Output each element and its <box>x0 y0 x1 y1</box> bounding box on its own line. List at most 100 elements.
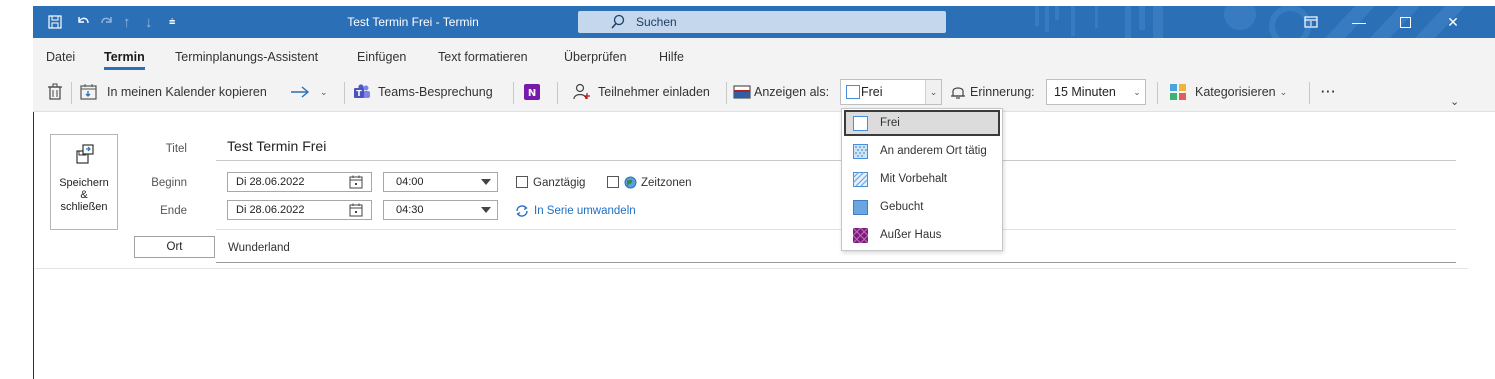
end-time-value: 04:30 <box>396 204 424 216</box>
close-icon[interactable]: ✕ <box>1445 14 1461 30</box>
arrow-up-icon[interactable]: ↑ <box>123 14 131 31</box>
menu-hilfe[interactable]: Hilfe <box>659 50 684 64</box>
end-time-select[interactable]: 04:30 <box>383 200 498 220</box>
title-underline <box>216 160 1456 161</box>
dropdown-option-out-of-office[interactable]: Außer Haus <box>844 222 1000 248</box>
make-recurring-link[interactable]: In Serie umwandeln <box>515 204 636 218</box>
time-zones-checkbox[interactable] <box>607 176 619 188</box>
reminder-select[interactable]: 15 Minuten ⌄ <box>1046 79 1146 105</box>
bell-icon <box>951 87 965 99</box>
reminder-value: 15 Minuten <box>1054 85 1116 99</box>
tentative-swatch-icon <box>853 171 868 187</box>
start-time-select[interactable]: 04:00 <box>383 172 498 192</box>
time-zones-label: Zeitzonen <box>641 177 692 189</box>
start-time-value: 04:00 <box>396 176 424 188</box>
ribbon-separator <box>557 82 558 104</box>
ribbon-separator <box>726 82 727 104</box>
copy-to-calendar-label: In meinen Kalender kopieren <box>107 85 267 99</box>
ribbon: In meinen Kalender kopieren ⌄ T Teams-Be… <box>33 70 1495 112</box>
categorize-icon <box>1170 84 1186 100</box>
ribbon-separator <box>1309 82 1310 104</box>
location-underline <box>216 262 1456 263</box>
show-as-dropdown: Frei An anderem Ort tätig Mit Vorbehalt … <box>841 108 1003 251</box>
chevron-down-icon[interactable]: ⌄ <box>1129 80 1145 104</box>
teams-meeting-label: Teams-Besprechung <box>378 85 493 99</box>
end-date-value: Di 28.06.2022 <box>236 204 305 216</box>
show-as-select[interactable]: Frei ⌄ <box>840 79 942 105</box>
save-close-icon <box>76 144 94 164</box>
chevron-down-icon: ⌄ <box>1279 86 1288 97</box>
title-field[interactable]: Test Termin Frei <box>227 138 326 154</box>
location-field[interactable]: Wunderland <box>228 242 290 254</box>
calendar-copy-icon <box>80 84 97 100</box>
search-icon <box>611 14 625 29</box>
menu-termin[interactable]: Termin <box>104 50 145 70</box>
title-bar-decoration <box>1035 6 1465 38</box>
start-date-value: Di 28.06.2022 <box>236 176 305 188</box>
title-bar: ↑ ↓ ⩧ Test Termin Frei - Termin Suchen —… <box>33 6 1495 38</box>
working-elsewhere-swatch-icon <box>853 143 868 159</box>
dropdown-option-free[interactable]: Frei <box>844 110 1000 136</box>
chevron-down-icon: ⌄ <box>320 86 328 97</box>
make-recurring-label: In Serie umwandeln <box>534 205 636 217</box>
menu-text-formatieren[interactable]: Text formatieren <box>438 50 528 64</box>
all-day-checkbox[interactable] <box>516 176 528 188</box>
menu-ueberpruefen[interactable]: Überprüfen <box>564 50 627 64</box>
dropdown-option-working-elsewhere[interactable]: An anderem Ort tätig <box>844 138 1000 164</box>
customize-toolbar-icon[interactable]: ⩧ <box>169 14 175 30</box>
calendar-icon[interactable] <box>349 175 363 189</box>
menu-bar: Datei Termin Terminplanungs-Assistent Ei… <box>33 38 1495 70</box>
show-as-icon <box>733 85 751 99</box>
body-divider <box>34 268 1468 269</box>
chevron-down-icon[interactable]: ⌄ <box>925 80 941 104</box>
dropdown-option-tentative[interactable]: Mit Vorbehalt <box>844 166 1000 192</box>
dropdown-arrow-icon <box>481 179 491 185</box>
svg-text:N: N <box>528 88 536 99</box>
save-and-close-label: Speichern & schließen <box>59 177 109 213</box>
menu-einfuegen[interactable]: Einfügen <box>357 50 406 64</box>
out-of-office-swatch-icon <box>853 227 868 243</box>
location-button[interactable]: Ort <box>134 236 215 258</box>
more-options-button[interactable]: ··· <box>1321 81 1337 103</box>
option-label: Außer Haus <box>880 229 942 241</box>
show-as-label-text: Anzeigen als: <box>754 85 830 99</box>
forward-button[interactable]: ⌄ <box>290 81 328 103</box>
person-add-icon <box>573 83 590 100</box>
window-title: Test Termin Frei - Termin <box>347 15 479 29</box>
delete-button[interactable] <box>47 81 63 103</box>
dropdown-option-busy[interactable]: Gebucht <box>844 194 1000 220</box>
menu-datei[interactable]: Datei <box>46 50 75 64</box>
option-label: An anderem Ort tätig <box>880 145 987 157</box>
reminder-label: Erinnerung: <box>950 81 1035 103</box>
menu-terminplanungs-assistent[interactable]: Terminplanungs-Assistent <box>175 50 318 64</box>
categorize-button[interactable]: Kategorisieren ⌄ <box>1169 81 1287 103</box>
end-date-field[interactable]: Di 28.06.2022 <box>227 200 372 220</box>
undo-icon[interactable] <box>75 14 91 30</box>
save-icon[interactable] <box>47 14 63 30</box>
redo-icon[interactable] <box>99 14 115 30</box>
restore-window-icon[interactable] <box>1303 14 1319 30</box>
ribbon-separator <box>344 82 345 104</box>
copy-to-calendar-button[interactable]: In meinen Kalender kopieren <box>80 81 267 103</box>
option-label: Frei <box>880 117 900 129</box>
svg-text:T: T <box>356 89 362 98</box>
categorize-label: Kategorisieren <box>1195 85 1276 99</box>
onenote-button[interactable]: N <box>523 81 541 103</box>
search-box[interactable]: Suchen <box>578 11 946 33</box>
expand-ribbon-icon[interactable]: ⌄ <box>1450 90 1459 112</box>
start-date-field[interactable]: Di 28.06.2022 <box>227 172 372 192</box>
maximize-icon[interactable] <box>1397 14 1413 30</box>
teams-meeting-button[interactable]: T Teams-Besprechung <box>353 81 493 103</box>
end-label: Ende <box>160 205 187 217</box>
arrow-down-icon[interactable]: ↓ <box>145 14 153 31</box>
globe-icon <box>624 176 637 192</box>
start-label: Beginn <box>151 177 187 189</box>
onenote-icon: N <box>524 84 540 100</box>
show-as-value: Frei <box>861 85 883 99</box>
save-and-close-button[interactable]: Speichern & schließen <box>50 134 118 230</box>
invite-attendees-button[interactable]: Teilnehmer einladen <box>573 81 710 103</box>
minimize-icon[interactable]: — <box>1351 14 1367 30</box>
arrow-right-icon <box>291 86 310 98</box>
calendar-icon[interactable] <box>349 203 363 217</box>
reminder-label-text: Erinnerung: <box>970 85 1035 99</box>
